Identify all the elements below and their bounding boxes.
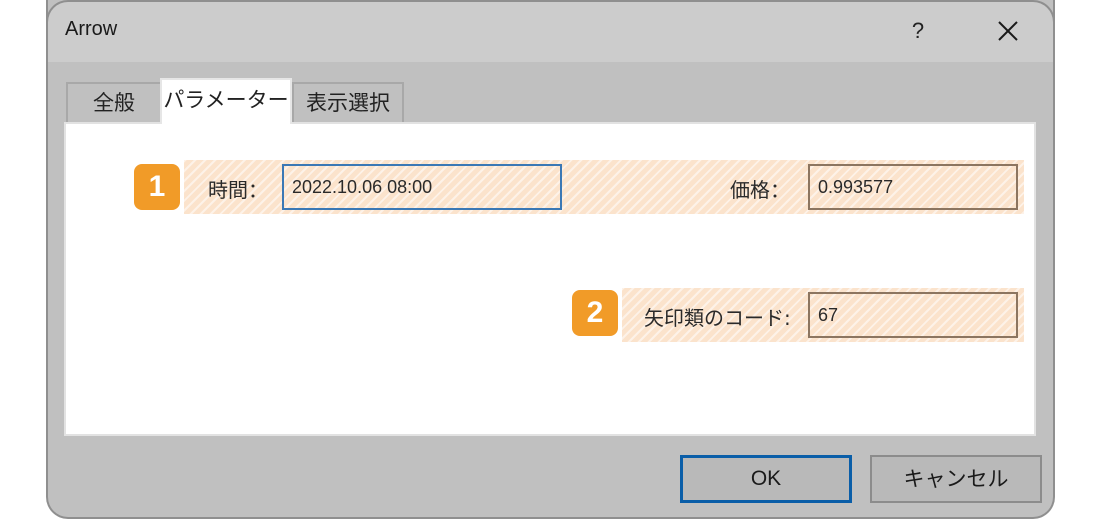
time-input[interactable]: 2022.10.06 08:00 bbox=[282, 164, 562, 210]
cancel-button[interactable]: キャンセル bbox=[870, 455, 1042, 503]
annotation-badge-2: 2 bbox=[572, 290, 618, 336]
tab-general[interactable]: 全般 bbox=[66, 82, 162, 122]
tab-display-selection[interactable]: 表示選択 bbox=[292, 82, 404, 122]
tab-parameters[interactable]: パラメーター bbox=[160, 78, 292, 124]
ok-button[interactable]: OK bbox=[680, 455, 852, 503]
close-icon bbox=[998, 21, 1018, 41]
parameters-panel: 1 時間： 2022.10.06 08:00 価格： 0.993577 2 矢印… bbox=[64, 122, 1036, 436]
close-button[interactable] bbox=[988, 14, 1028, 48]
time-label: 時間： bbox=[208, 178, 268, 202]
arrow-properties-dialog: Arrow ? 全般 パラメーター 表示選択 1 時間： 2022.10.06 … bbox=[46, 0, 1055, 519]
arrow-code-input[interactable]: 67 bbox=[808, 292, 1018, 338]
annotation-badge-1: 1 bbox=[134, 164, 180, 210]
price-label: 価格： bbox=[730, 178, 790, 202]
arrow-code-label: 矢印類のコード: bbox=[644, 306, 791, 330]
help-button[interactable]: ? bbox=[900, 14, 936, 48]
title-bar[interactable]: Arrow ? bbox=[48, 0, 1053, 62]
window-title: Arrow bbox=[65, 18, 118, 40]
price-input[interactable]: 0.993577 bbox=[808, 164, 1018, 210]
tab-bar: 全般 パラメーター 表示選択 bbox=[48, 62, 1053, 124]
